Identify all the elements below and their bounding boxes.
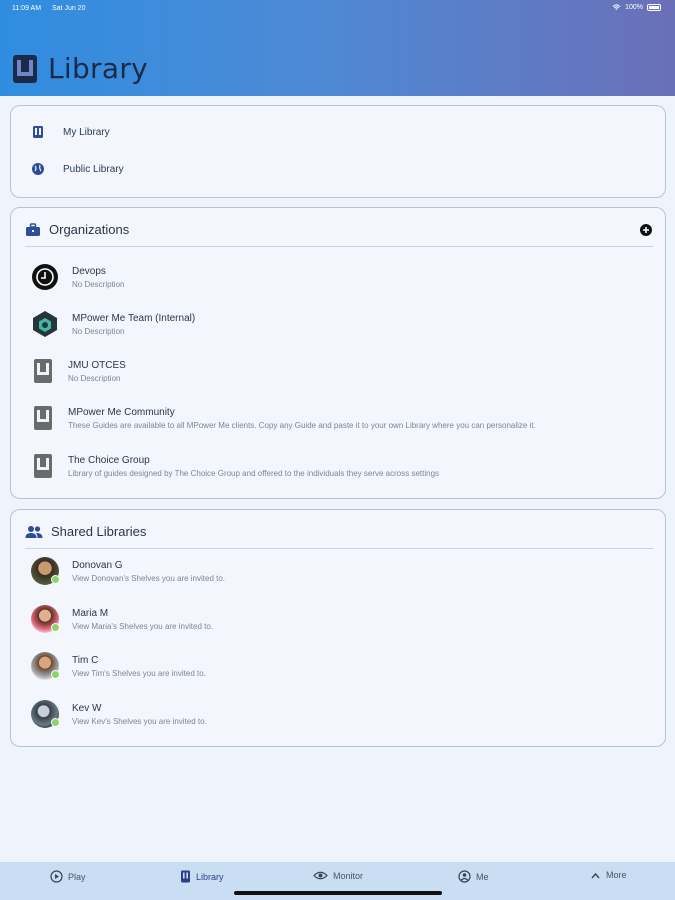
org-desc: Library of guides designed by The Choice… xyxy=(68,468,440,478)
shared-desc: View Tim's Shelves you are invited to. xyxy=(72,668,206,678)
page-title: Library xyxy=(48,52,149,85)
chevron-up-icon xyxy=(591,872,600,878)
people-icon xyxy=(25,525,43,538)
org-name: The Choice Group xyxy=(68,454,150,466)
shared-name: Tim C xyxy=(72,654,99,666)
my-library-link[interactable]: My Library xyxy=(31,125,110,139)
tab-play[interactable]: Play xyxy=(50,870,86,883)
org-name: Devops xyxy=(72,265,106,277)
org-name: MPower Me Team (Internal) xyxy=(72,312,196,324)
library-nav-card: My Library Public Library xyxy=(10,105,666,198)
online-badge xyxy=(51,623,60,632)
tab-me[interactable]: Me xyxy=(458,870,489,883)
book-icon xyxy=(33,126,43,138)
avatar xyxy=(31,557,60,585)
shared-item-tim[interactable]: Tim C View Tim's Shelves you are invited… xyxy=(31,652,206,680)
shared-item-donovan[interactable]: Donovan G View Donovan's Shelves you are… xyxy=(31,557,225,585)
play-circle-icon xyxy=(50,870,63,883)
app-header: 11:09 AM Sat Jun 20 100% Library xyxy=(0,0,675,96)
battery-percent: 100% xyxy=(625,4,643,11)
organizations-title: Organizations xyxy=(49,222,130,237)
org-desc: These Guides are available to all MPower… xyxy=(68,420,536,430)
tab-monitor-label: Monitor xyxy=(333,870,364,881)
tab-monitor[interactable]: Monitor xyxy=(313,870,363,881)
org-desc: No Description xyxy=(68,373,121,383)
shared-name: Donovan G xyxy=(72,559,123,571)
avatar xyxy=(31,652,60,680)
shared-desc: View Kev's Shelves you are invited to. xyxy=(72,716,207,726)
wifi-icon xyxy=(612,4,621,10)
org-item-mpower-community[interactable]: MPower Me Community These Guides are ava… xyxy=(31,405,536,431)
shared-libraries-card: Shared Libraries Donovan G View Donovan'… xyxy=(10,509,666,747)
home-indicator xyxy=(234,891,442,895)
online-badge xyxy=(51,575,60,584)
shared-libraries-header: Shared Libraries xyxy=(25,524,653,549)
org-name: MPower Me Community xyxy=(68,406,175,418)
book-placeholder-icon xyxy=(34,359,52,383)
public-library-link[interactable]: Public Library xyxy=(31,162,124,176)
hexagon-logo-icon xyxy=(33,311,57,337)
org-item-choice-group[interactable]: The Choice Group Library of guides desig… xyxy=(31,453,439,479)
user-circle-icon xyxy=(458,870,471,883)
organizations-card: Organizations Devops No Description MPow… xyxy=(10,207,666,499)
shared-item-kev[interactable]: Kev W View Kev's Shelves you are invited… xyxy=(31,700,207,728)
avatar xyxy=(31,700,60,728)
tab-more-label: More xyxy=(606,870,627,880)
organizations-header: Organizations xyxy=(25,222,653,247)
org-desc: No Description xyxy=(72,326,125,336)
org-item-jmu-otces[interactable]: JMU OTCES No Description xyxy=(31,358,126,384)
tab-play-label: Play xyxy=(68,871,86,882)
tab-me-label: Me xyxy=(476,871,489,882)
public-library-label: Public Library xyxy=(63,163,124,175)
avatar xyxy=(31,605,60,633)
status-bar: 11:09 AM Sat Jun 20 100% xyxy=(0,0,675,18)
shared-name: Kev W xyxy=(72,702,102,714)
book-placeholder-icon xyxy=(34,406,52,430)
shared-item-maria[interactable]: Maria M View Maria's Shelves you are inv… xyxy=(31,605,213,633)
tab-library[interactable]: Library xyxy=(180,870,224,883)
tab-more[interactable]: More xyxy=(590,870,627,880)
org-name: JMU OTCES xyxy=(68,359,126,371)
org-desc: No Description xyxy=(72,279,125,289)
battery-icon xyxy=(647,4,661,11)
page-title-group: Library xyxy=(12,52,148,85)
library-logo-icon xyxy=(13,54,37,83)
status-date: Sat Jun 20 xyxy=(52,5,86,12)
book-icon xyxy=(181,870,190,883)
org-item-devops[interactable]: Devops No Description xyxy=(31,263,124,291)
shared-libraries-title: Shared Libraries xyxy=(51,524,147,539)
my-library-label: My Library xyxy=(63,126,110,138)
shared-desc: View Donovan's Shelves you are invited t… xyxy=(72,573,226,583)
online-badge xyxy=(51,670,60,679)
org-item-mpower-team[interactable]: MPower Me Team (Internal) No Description xyxy=(31,310,195,338)
briefcase-icon xyxy=(26,222,40,236)
status-right: 100% xyxy=(612,4,661,11)
shared-name: Maria M xyxy=(72,607,109,619)
status-time: 11:09 AM xyxy=(12,5,42,12)
online-badge xyxy=(51,718,60,727)
add-organization-icon[interactable] xyxy=(639,223,653,237)
shared-desc: View Maria's Shelves you are invited to. xyxy=(72,621,214,631)
eye-icon xyxy=(313,871,328,880)
tab-library-label: Library xyxy=(196,871,224,882)
globe-icon xyxy=(32,163,44,175)
devops-logo-icon xyxy=(32,264,58,290)
book-placeholder-icon xyxy=(34,454,52,478)
